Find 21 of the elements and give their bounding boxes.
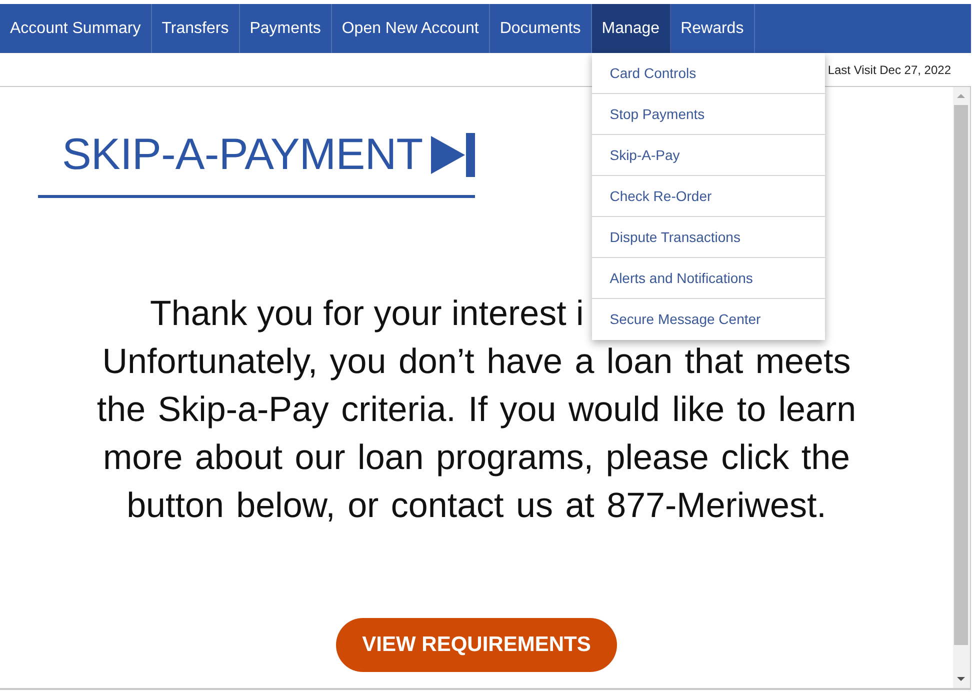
scrollbar-thumb[interactable] <box>954 105 968 645</box>
page-title: SKIP-A-PAYMENT <box>62 133 423 177</box>
menu-item[interactable]: Secure Message Center <box>592 299 825 340</box>
view-requirements-button[interactable]: VIEW REQUIREMENTS <box>336 618 617 672</box>
menu-item[interactable]: Alerts and Notifications <box>592 258 825 299</box>
nav-tab[interactable]: Rewards <box>670 4 755 53</box>
menu-item[interactable]: Skip-A-Pay <box>592 135 825 176</box>
last-visit-text: Last Visit Dec 27, 2022 <box>828 62 951 78</box>
menu-item[interactable]: Stop Payments <box>592 94 825 135</box>
nav-tab[interactable]: Manage <box>592 4 671 53</box>
nav-tab[interactable]: Transfers <box>152 4 240 53</box>
nav-tab[interactable]: Account Summary <box>0 4 152 53</box>
skip-forward-icon <box>430 133 475 177</box>
menu-item[interactable]: Check Re-Order <box>592 176 825 217</box>
menu-item[interactable]: Card Controls <box>592 53 825 94</box>
message-text: Thank you for your interest i <box>150 293 584 335</box>
scrollbar-track[interactable] <box>953 87 970 688</box>
nav-tab[interactable]: Payments <box>240 4 332 53</box>
menu-item[interactable]: Dispute Transactions <box>592 217 825 258</box>
message-text: Unfortunately, you don’t have a loan that meets the Skip-a-Pay criteria. If you would like to learn more about our loan programs, please click the button below, or contact us at 877-Meriwest. <box>96 341 858 527</box>
nav-tab[interactable]: Open New Account <box>332 4 490 53</box>
